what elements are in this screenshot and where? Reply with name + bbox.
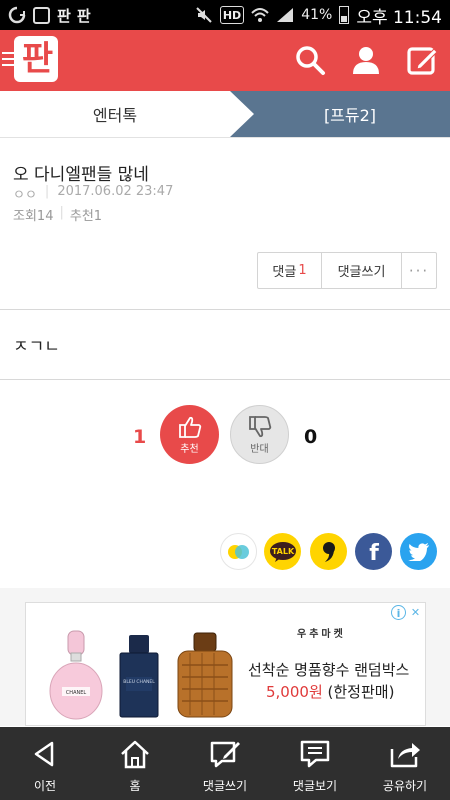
share-kakaostory-icon[interactable]	[220, 533, 257, 570]
oppose-label: 반대	[250, 443, 269, 455]
signal-icon	[276, 6, 294, 24]
comment-label: 댓글	[272, 265, 297, 280]
recommend-button[interactable]: 추천	[160, 405, 219, 464]
thumbs-up-icon	[178, 416, 201, 438]
bottom-nav: 이전 홈 댓글쓰기 댓글보기 공유하기	[0, 727, 450, 800]
upvote-count: 1	[133, 426, 147, 448]
app-notification-icon: 판	[57, 6, 71, 25]
post-body: ㅈㄱㄴ	[13, 337, 60, 357]
divider	[0, 309, 450, 310]
ad-banner[interactable]: i ✕ CHANEL BLEU CHANEL 우추마켓 선착순 명품향수 랜덤박…	[25, 602, 426, 726]
mute-icon	[195, 6, 213, 24]
write-comment-icon	[210, 741, 240, 768]
perfume-bottle-image: BLEU CHANEL	[119, 635, 159, 718]
gallery-icon	[33, 6, 50, 24]
app-notification-icon: 판	[76, 6, 91, 25]
nav-prev[interactable]: 이전	[0, 727, 90, 800]
logo[interactable]: 판	[14, 36, 58, 82]
wifi-icon	[251, 6, 269, 24]
home-icon	[121, 740, 149, 769]
author-name: ㅇㅇ	[13, 188, 37, 203]
write-comment-button[interactable]: 댓글쓰기	[322, 253, 402, 288]
ad-close-icon[interactable]: ✕	[408, 605, 423, 620]
facebook-label: f	[369, 541, 379, 564]
tab-produce101[interactable]: [프듀2]	[230, 91, 450, 137]
recommend-label: 추천	[180, 443, 199, 455]
post-meta: ㅇㅇ | 2017.06.02 23:47	[13, 184, 173, 203]
post-date: 2017.06.02 23:47	[57, 184, 174, 199]
ad-info-icon[interactable]: i	[391, 605, 406, 620]
nav-share[interactable]: 공유하기	[360, 727, 450, 800]
sync-icon	[8, 6, 26, 24]
nav-write-comment-label: 댓글쓰기	[202, 779, 248, 793]
nav-prev-label: 이전	[33, 779, 57, 793]
nav-home[interactable]: 홈	[90, 727, 180, 800]
search-icon[interactable]	[294, 44, 326, 76]
ad-price-line: 5,000원 (한정판매)	[266, 681, 394, 702]
comments-icon	[300, 740, 330, 768]
ad-price: 5,000원	[266, 683, 323, 701]
comment-toolbar: 댓글 1 댓글쓰기 ···	[257, 252, 437, 289]
nav-share-label: 공유하기	[382, 779, 428, 793]
ad-headline: 선착순 명품향수 랜덤박스	[248, 661, 410, 679]
view-count: 조회14	[13, 209, 54, 224]
ad-controls: i ✕	[391, 605, 423, 620]
nav-view-comments[interactable]: 댓글보기	[270, 727, 360, 800]
ad-price-suffix: (한정판매)	[327, 683, 395, 701]
share-twitter-icon[interactable]	[400, 533, 437, 570]
more-button[interactable]: ···	[402, 253, 436, 288]
perfume-bottle-image	[177, 632, 233, 718]
recommend-count: 추천1	[69, 209, 103, 224]
divider	[0, 379, 450, 380]
share-facebook-icon[interactable]: f	[355, 533, 392, 570]
post-title: 오 다니엘팬들 많네	[13, 165, 149, 185]
tab-entertalk[interactable]: 엔터톡	[0, 91, 230, 137]
comment-count: 1	[298, 263, 307, 278]
downvote-count: 0	[304, 426, 318, 448]
share-kakaotalk-icon[interactable]: TALK	[264, 533, 301, 570]
user-icon[interactable]	[350, 44, 382, 76]
back-arrow-icon	[34, 741, 54, 767]
talk-label: TALK	[271, 547, 294, 556]
hd-voice-icon: HD	[219, 6, 245, 24]
tab-produce101-label: [프듀2]	[323, 106, 377, 125]
thumbs-down-icon	[248, 415, 271, 437]
clock: 오후 11:54	[356, 7, 442, 28]
status-bar: 판 판 HD 41% 오후 11:54	[0, 0, 450, 30]
oppose-button[interactable]: 반대	[230, 405, 289, 464]
stats-separator: |	[59, 205, 64, 220]
write-icon[interactable]	[406, 44, 438, 76]
share-icon	[390, 743, 420, 768]
nav-write-comment[interactable]: 댓글쓰기	[180, 727, 270, 800]
post-stats: 조회14 | 추천1	[13, 205, 102, 224]
comment-count-button[interactable]: 댓글 1	[258, 253, 322, 288]
meta-separator: |	[44, 184, 50, 199]
app-header: 판	[0, 30, 450, 91]
nav-home-label: 홈	[129, 779, 141, 793]
ad-store-name: 우추마켓	[297, 629, 346, 640]
perfume-bottle-image: CHANEL	[49, 630, 103, 720]
bottle2-label: BLEU CHANEL	[123, 679, 155, 685]
category-tabs: 엔터톡 [프듀2]	[0, 91, 450, 138]
nav-view-comments-label: 댓글보기	[292, 779, 338, 793]
share-comma-icon[interactable]	[310, 533, 347, 570]
battery-percent: 41%	[301, 7, 333, 23]
battery-icon	[339, 6, 350, 24]
bottle1-label: CHANEL	[66, 690, 87, 696]
